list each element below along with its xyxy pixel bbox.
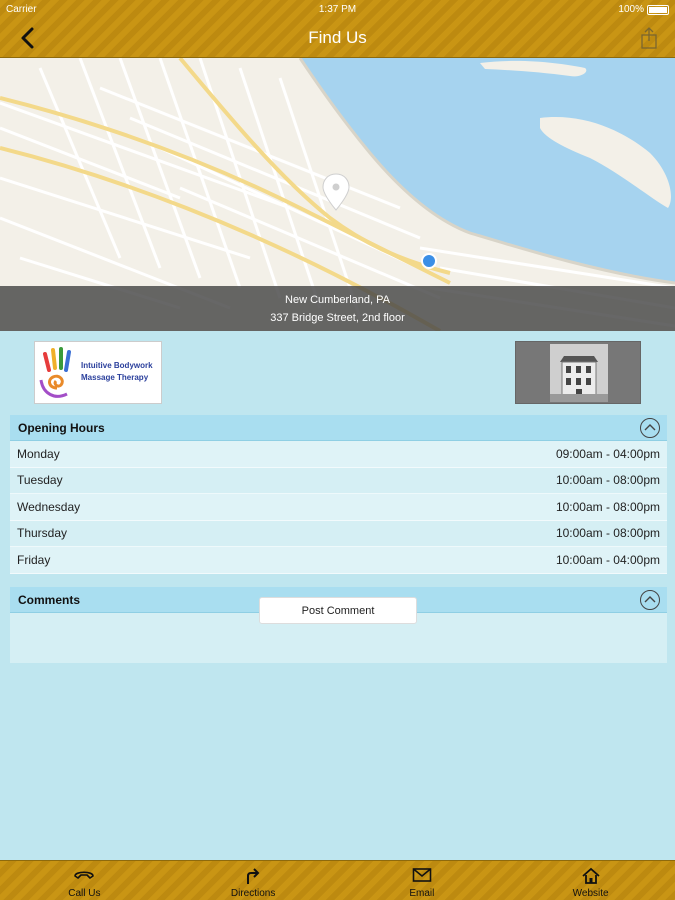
hours-row: Tuesday 10:00am - 08:00pm (10, 468, 667, 494)
house-photo-graphic (550, 344, 608, 402)
status-bar: Carrier 1:37 PM 100% (0, 2, 675, 18)
address-overlay: New Cumberland, PA 337 Bridge Street, 2n… (0, 286, 675, 331)
tab-call-us[interactable]: Call Us (0, 861, 169, 900)
opening-hours-header[interactable]: Opening Hours (10, 415, 667, 441)
hours-label: 10:00am - 08:00pm (555, 473, 660, 488)
comments-title: Comments (18, 593, 81, 607)
opening-hours-panel: Opening Hours Monday 09:00am - 04:00pm T… (10, 415, 667, 574)
hours-row: Wednesday 10:00am - 08:00pm (10, 494, 667, 521)
tab-label: Call Us (68, 888, 101, 899)
tab-email[interactable]: Email (338, 861, 507, 900)
share-icon (641, 27, 657, 49)
hand-spiral-icon (39, 347, 71, 398)
hours-row: Thursday 10:00am - 08:00pm (10, 521, 667, 547)
battery-indicator: 100% (618, 4, 669, 15)
address-label: 337 Bridge Street, 2nd floor (270, 312, 405, 324)
collapse-up-icon[interactable] (640, 590, 660, 610)
day-label: Wednesday (17, 499, 81, 514)
comments-panel: Comments Post Comment (10, 587, 667, 663)
hours-row: Friday 10:00am - 04:00pm (10, 547, 667, 574)
post-comment-button[interactable]: Post Comment (259, 597, 417, 624)
tab-website[interactable]: Website (506, 861, 675, 900)
day-label: Friday (17, 552, 51, 567)
hours-label: 10:00am - 08:00pm (555, 499, 660, 514)
day-label: Tuesday (17, 473, 63, 488)
battery-percent: 100% (618, 4, 644, 15)
hours-label: 09:00am - 04:00pm (555, 446, 660, 461)
hours-row: Monday 09:00am - 04:00pm (10, 441, 667, 468)
hours-label: 10:00am - 04:00pm (555, 552, 660, 567)
logo-line-2: Massage Therapy (81, 373, 149, 382)
day-label: Monday (17, 446, 60, 461)
chevron-up-icon (644, 424, 656, 431)
hours-list: Monday 09:00am - 04:00pm Tuesday 10:00am… (10, 441, 667, 574)
location-map[interactable]: New Cumberland, PA 337 Bridge Street, 2n… (0, 58, 675, 331)
directions-arrow-icon (247, 868, 260, 884)
tab-label: Website (572, 888, 609, 899)
home-icon (582, 867, 600, 884)
navigation-bar: Carrier 1:37 PM 100% Find Us (0, 0, 675, 58)
share-button[interactable] (639, 26, 659, 50)
building-photo[interactable] (515, 341, 641, 404)
tab-directions[interactable]: Directions (169, 861, 338, 900)
page-title: Find Us (308, 28, 367, 47)
business-logo[interactable]: Intuitive Bodywork Massage Therapy (34, 341, 162, 404)
logo-line-1: Intuitive Bodywork (81, 361, 153, 370)
bottom-tab-bar: Call Us Directions Email Website (0, 860, 675, 900)
envelope-icon (412, 868, 432, 882)
tab-label: Email (409, 888, 435, 899)
day-label: Thursday (17, 526, 68, 541)
tab-label: Directions (230, 888, 276, 899)
chevron-up-icon (644, 596, 656, 603)
collapse-up-icon[interactable] (640, 418, 660, 438)
building-image (550, 344, 608, 402)
status-time: 1:37 PM (318, 4, 357, 15)
phone-icon (74, 871, 95, 879)
city-label: New Cumberland, PA (285, 294, 390, 306)
opening-hours-title: Opening Hours (18, 421, 105, 435)
hours-label: 10:00am - 08:00pm (555, 526, 660, 541)
battery-icon (647, 4, 669, 15)
